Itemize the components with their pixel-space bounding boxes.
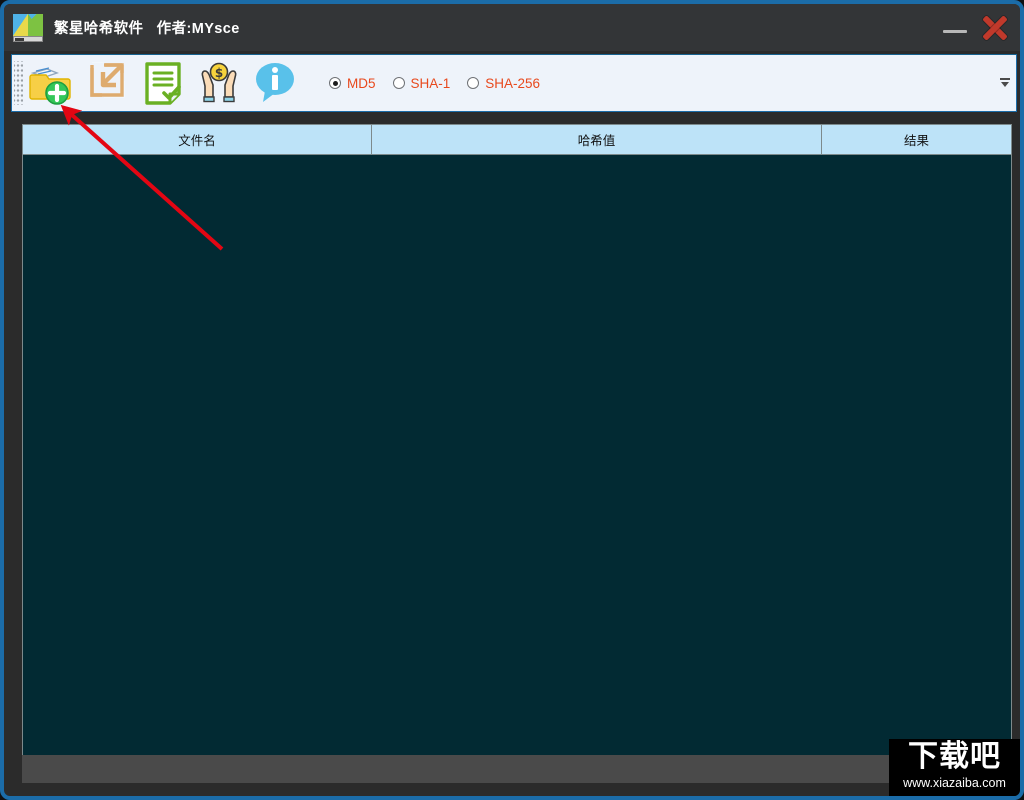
import-arrow-icon <box>90 62 125 98</box>
minimize-button[interactable] <box>940 15 970 41</box>
close-button[interactable] <box>978 12 1012 44</box>
toolbar: $ MD5 SHA-1 SHA-256 <box>11 54 1017 112</box>
radio-sha256-label: SHA-256 <box>485 75 541 91</box>
radio-sha256[interactable]: SHA-256 <box>467 76 540 91</box>
folder-add-icon <box>29 67 71 105</box>
radio-sha1[interactable]: SHA-1 <box>392 75 451 91</box>
hands-coin-icon: $ <box>201 62 237 103</box>
status-bar <box>22 755 1012 783</box>
radio-md5-dot <box>329 77 341 89</box>
column-header-result[interactable]: 结果 <box>821 125 1011 154</box>
add-file-button[interactable] <box>23 56 79 110</box>
application-window: 繁星哈希软件 作者:MYsce $ MD5 SHA-1 SHA-256 文件名 … <box>0 0 1024 800</box>
title-bar: 繁星哈希软件 作者:MYsce <box>4 4 1020 51</box>
watermark: 下载吧 www.xiazaiba.com <box>889 739 1020 796</box>
column-header-filename[interactable]: 文件名 <box>23 125 371 154</box>
verify-button[interactable] <box>135 56 191 110</box>
radio-sha256-dot <box>467 77 480 89</box>
window-controls <box>940 4 1012 51</box>
radio-sha1-label: SHA-1 <box>410 75 451 91</box>
svg-text:$: $ <box>215 66 223 80</box>
radio-md5[interactable]: MD5 <box>329 76 376 91</box>
watermark-logo: 下载吧 <box>908 739 1001 774</box>
file-list-panel: 文件名 哈希值 结果 <box>22 124 1012 762</box>
donate-button[interactable]: $ <box>191 56 247 110</box>
column-header-hash[interactable]: 哈希值 <box>371 125 821 154</box>
toolbar-overflow-chevron-icon[interactable] <box>999 77 1011 89</box>
list-header-row: 文件名 哈希值 结果 <box>23 125 1011 155</box>
import-button[interactable] <box>79 56 135 110</box>
document-check-icon <box>145 62 181 105</box>
about-button[interactable] <box>247 56 303 110</box>
radio-sha1-dot <box>392 77 405 89</box>
app-logo-icon <box>13 13 43 42</box>
radio-md5-label: MD5 <box>347 75 376 91</box>
list-body[interactable] <box>23 155 1011 762</box>
drag-grip-icon[interactable] <box>14 61 23 105</box>
info-bubble-icon <box>256 63 294 102</box>
watermark-url: www.xiazaiba.com <box>903 776 1006 790</box>
hash-algorithm-options: MD5 SHA-1 SHA-256 <box>329 76 540 91</box>
window-title: 繁星哈希软件 作者:MYsce <box>54 21 240 37</box>
